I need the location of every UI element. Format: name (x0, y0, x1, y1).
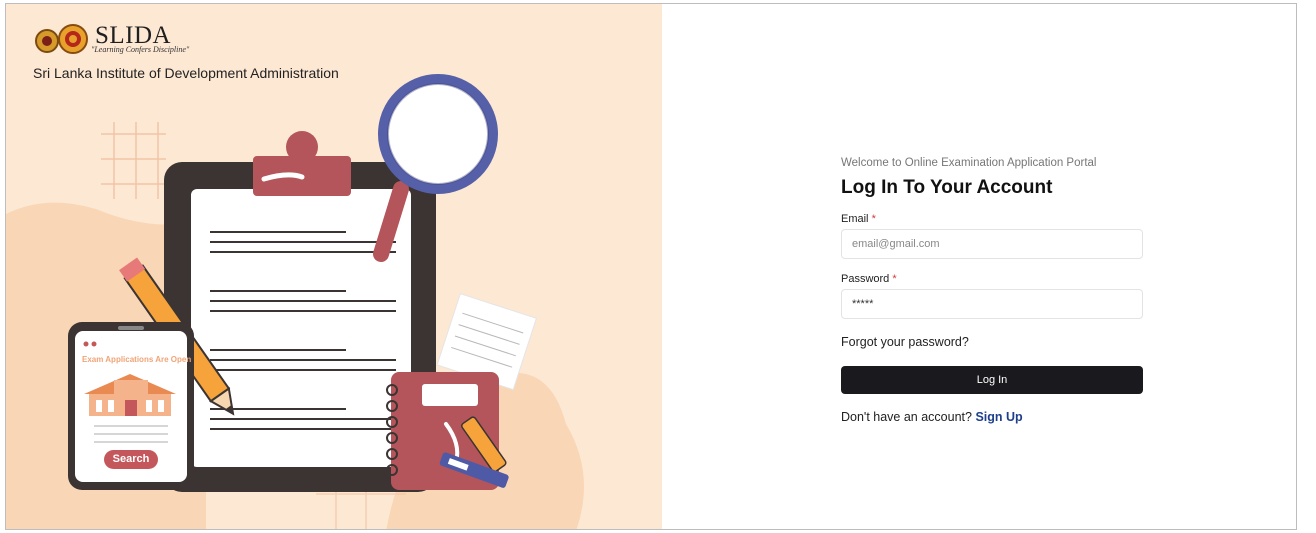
welcome-text: Welcome to Online Examination Applicatio… (841, 157, 1097, 169)
signup-row: Don't have an account? Sign Up (841, 410, 1143, 424)
email-label-text: Email (841, 213, 869, 225)
phone-banner-text: Exam Applications Are Open (82, 355, 192, 364)
signup-prompt: Don't have an account? (841, 410, 972, 424)
illustration-panel: SLIDA "Learning Confers Discipline" Sri … (6, 4, 662, 529)
login-panel: Welcome to Online Examination Applicatio… (662, 4, 1296, 529)
signup-link[interactable]: Sign Up (975, 410, 1022, 424)
email-label: Email * (841, 213, 1143, 227)
emblem-logo-icons (35, 24, 88, 54)
login-button[interactable]: Log In (841, 366, 1143, 394)
password-label: Password * (841, 273, 1143, 287)
brand-tagline: "Learning Confers Discipline" (91, 45, 190, 54)
required-marker: * (871, 213, 876, 225)
password-field[interactable] (841, 289, 1143, 319)
login-page: SLIDA "Learning Confers Discipline" Sri … (5, 3, 1297, 530)
forgot-password-link[interactable]: Forgot your password? (841, 335, 969, 349)
phone-search-badge: Search (104, 450, 158, 469)
exam-illustration (6, 74, 584, 529)
institute-name: Sri Lanka Institute of Development Admin… (33, 65, 339, 81)
page-title: Log In To Your Account (841, 177, 1053, 198)
login-form: Welcome to Online Examination Applicatio… (841, 157, 1143, 424)
password-label-text: Password (841, 273, 890, 285)
email-field[interactable] (841, 229, 1143, 259)
required-marker: * (892, 273, 897, 285)
